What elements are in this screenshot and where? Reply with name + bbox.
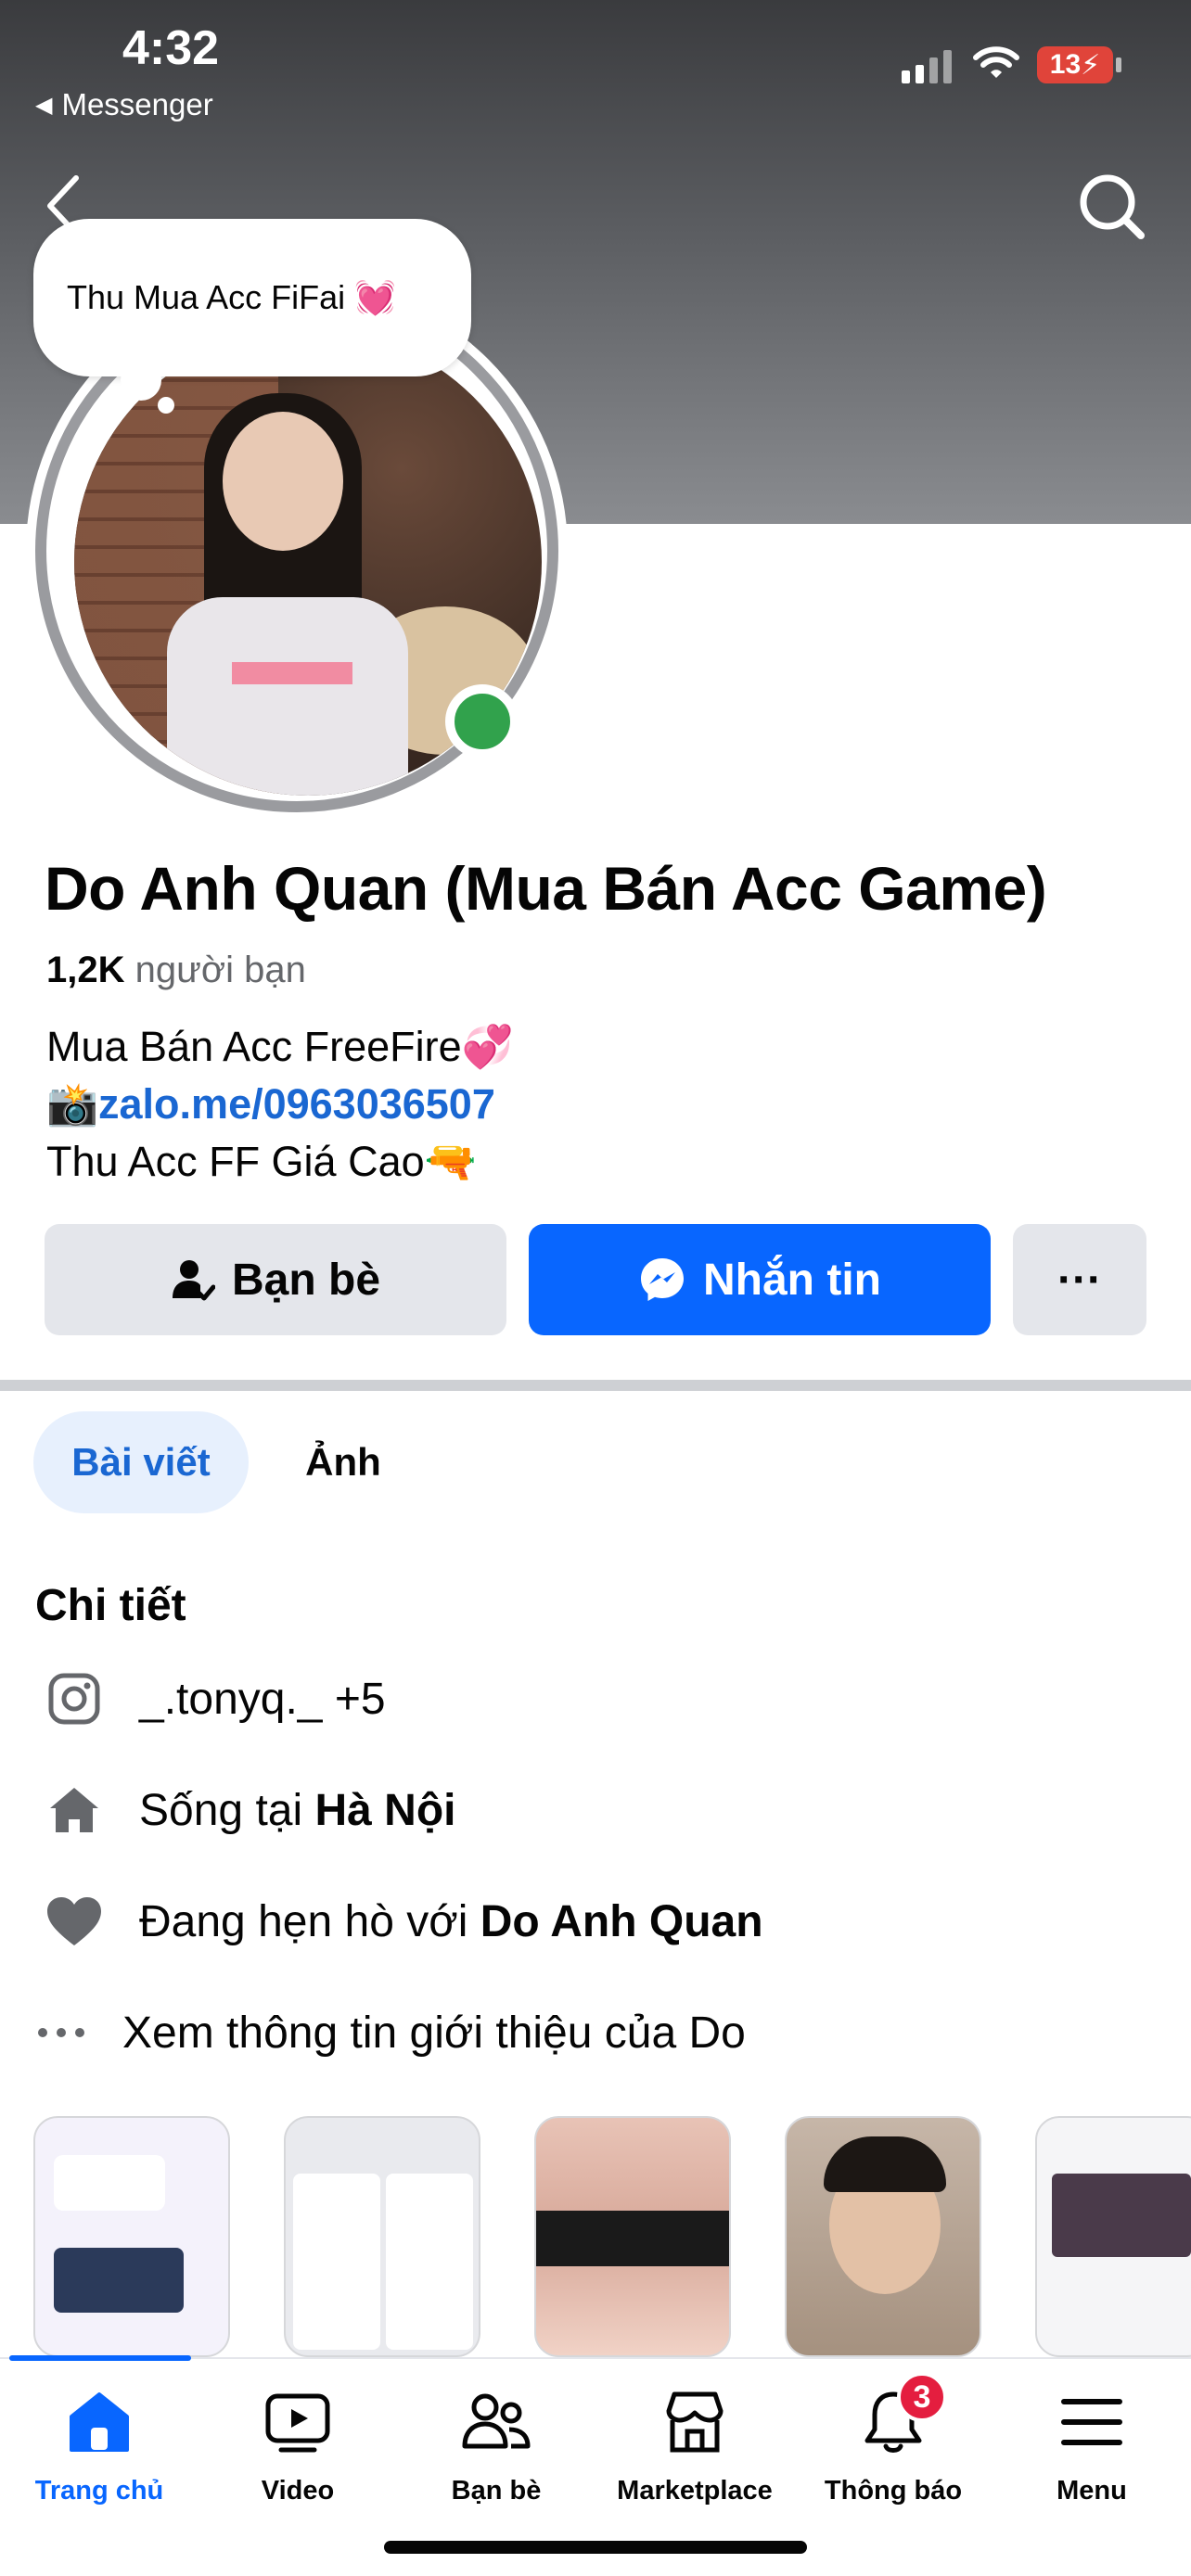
back-app-label: Messenger <box>61 87 213 121</box>
friends-label: người bạn <box>134 950 306 990</box>
tab-posts[interactable]: Bài viết <box>33 1411 249 1513</box>
friends-button[interactable]: Bạn bè <box>45 1224 506 1335</box>
back-triangle-icon: ◀ <box>35 92 53 118</box>
featured-story-5[interactable] <box>1035 2116 1191 2357</box>
nav-notifications-label: Thông báo <box>824 2476 963 2506</box>
menu-icon <box>1055 2385 1129 2459</box>
note-text: Thu Mua Acc FiFai 💓 <box>67 278 396 316</box>
active-tab-indicator <box>9 2355 191 2361</box>
see-about-link[interactable]: Xem thông tin giới thiệu của Do <box>33 1996 746 2070</box>
featured-story-3[interactable] <box>534 2116 731 2357</box>
nav-home-label: Trang chủ <box>34 2476 164 2506</box>
lives-city[interactable]: Hà Nội <box>314 1786 455 1835</box>
friends-button-label: Bạn bè <box>231 1255 381 1305</box>
home-indicator[interactable] <box>384 2541 807 2554</box>
detail-relationship: Đang hẹn hò với Do Anh Quan <box>37 1884 763 1958</box>
battery-cap <box>1116 57 1121 72</box>
note-bubble-tail-small <box>158 397 174 414</box>
featured-story-4[interactable] <box>785 2116 981 2357</box>
battery-icon: 13 ⚡ <box>1037 46 1113 83</box>
nav-notifications[interactable]: 3 Thông báo <box>794 2372 992 2506</box>
back-to-app-link[interactable]: ◀ Messenger <box>35 87 213 122</box>
friends-count-link[interactable]: 1,2K người bạn <box>46 950 306 991</box>
section-divider <box>0 1380 1191 1391</box>
thumb-screen-left <box>293 2174 380 2350</box>
avatar-face <box>223 412 343 551</box>
video-icon <box>261 2385 335 2459</box>
thumb-chat-bubble <box>54 2155 165 2211</box>
note-bubble-tail <box>121 360 161 401</box>
search-button[interactable] <box>1074 169 1148 243</box>
thumb-screen-right <box>386 2174 473 2350</box>
nav-video[interactable]: Video <box>198 2385 397 2506</box>
bio-camera-emoji: 📸 <box>46 1080 99 1128</box>
online-status-indicator <box>445 684 519 759</box>
bio-line-1: Mua Bán Acc FreeFire💞 <box>46 1023 514 1070</box>
messenger-icon <box>641 1258 684 1301</box>
avatar-shirt-stripe <box>232 662 352 684</box>
marketplace-icon <box>658 2385 732 2459</box>
bio-link[interactable]: zalo.me/0963036507 <box>98 1080 495 1128</box>
instagram-handle: _.tonyq._ +5 <box>139 1674 386 1724</box>
tab-photos[interactable]: Ảnh <box>278 1411 408 1513</box>
featured-story-2[interactable] <box>284 2116 480 2357</box>
profile-bio: Mua Bán Acc FreeFire💞 📸zalo.me/096303650… <box>46 1018 514 1191</box>
message-button[interactable]: Nhắn tin <box>529 1224 991 1335</box>
bio-line-3: Thu Acc FF Giá Cao🔫 <box>46 1138 477 1185</box>
friend-check-icon <box>172 1260 215 1301</box>
nav-friends[interactable]: Bạn bè <box>397 2385 596 2506</box>
nav-menu-label: Menu <box>1057 2476 1127 2506</box>
battery-level: 13 <box>1049 49 1082 80</box>
home-icon <box>62 2385 136 2459</box>
instagram-icon <box>37 1662 111 1736</box>
featured-story-1[interactable] <box>33 2116 230 2357</box>
status-time: 4:32 <box>122 21 220 75</box>
heart-icon <box>37 1884 111 1958</box>
friends-count: 1,2K <box>46 950 125 990</box>
profile-name: Do Anh Quan (Mua Bán Acc Game) <box>45 854 1047 923</box>
thumb-post-image <box>1052 2174 1191 2257</box>
more-options-button[interactable]: ··· <box>1013 1224 1146 1335</box>
dating-partner[interactable]: Do Anh Quan <box>480 1897 763 1946</box>
cellular-signal-icon <box>902 50 952 83</box>
notification-badge: 3 <box>897 2372 947 2422</box>
thumb-game-image <box>54 2248 184 2313</box>
note-bubble[interactable]: Thu Mua Acc FiFai 💓 <box>33 219 471 376</box>
details-heading: Chi tiết <box>35 1581 186 1630</box>
avatar-shirt <box>167 597 408 796</box>
bell-icon: 3 <box>856 2372 947 2459</box>
nav-marketplace-label: Marketplace <box>617 2476 773 2506</box>
friends-icon <box>459 2385 533 2459</box>
ellipsis-icon <box>33 1996 89 2070</box>
nav-friends-label: Bạn bè <box>451 2476 542 2506</box>
thumb-dark-band <box>536 2211 729 2266</box>
dating-prefix: Đang hẹn hò với <box>139 1896 468 1946</box>
detail-instagram[interactable]: _.tonyq._ +5 <box>37 1662 386 1736</box>
more-icon: ··· <box>1057 1255 1102 1305</box>
wifi-icon <box>972 45 1020 86</box>
detail-lives-in: Sống tại Hà Nội <box>37 1773 456 1847</box>
message-button-label: Nhắn tin <box>703 1255 881 1305</box>
lives-prefix: Sống tại <box>139 1785 303 1835</box>
thumb-hair <box>824 2136 946 2192</box>
home-detail-icon <box>37 1773 111 1847</box>
nav-home[interactable]: Trang chủ <box>0 2385 198 2506</box>
search-icon <box>1080 174 1145 239</box>
nav-video-label: Video <box>261 2476 335 2506</box>
see-about-label: Xem thông tin giới thiệu của Do <box>122 2008 746 2058</box>
nav-menu[interactable]: Menu <box>992 2385 1191 2506</box>
nav-marketplace[interactable]: Marketplace <box>596 2385 794 2506</box>
